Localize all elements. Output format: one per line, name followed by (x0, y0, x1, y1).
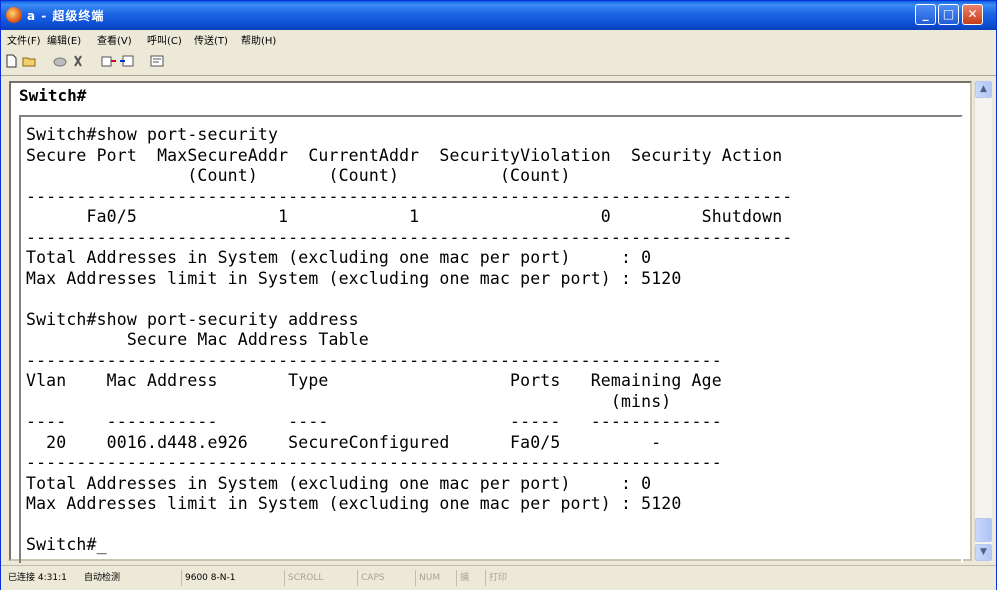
open-icon[interactable] (22, 54, 36, 68)
terminal-line: Total Addresses in System (excluding one… (26, 473, 652, 493)
call-icon[interactable] (53, 54, 67, 68)
status-connection: 已连接 4:31:1 (8, 573, 67, 583)
disconnect-icon[interactable] (71, 54, 85, 68)
terminal-line: Total Addresses in System (excluding one… (26, 248, 652, 267)
terminal-line: ----------------------------------------… (26, 186, 793, 206)
menu-help[interactable]: 帮助(H) (241, 32, 276, 47)
terminal-line: Switch#show port-security (26, 125, 279, 144)
minimize-button[interactable]: _ (915, 4, 936, 25)
scroll-up-icon[interactable]: ▲ (975, 81, 992, 98)
terminal-line: ----------------------------------------… (26, 227, 793, 247)
status-print: 打印 (485, 570, 510, 586)
menu-view[interactable]: 查看(V) (97, 32, 132, 47)
status-bar: 已连接 4:31:1 自动检测 9600 8-N-1 SCROLL CAPS N… (1, 565, 996, 590)
status-settings: 9600 8-N-1 (181, 570, 238, 586)
new-icon[interactable] (4, 54, 18, 68)
hyperterminal-app-icon (6, 7, 22, 23)
window-title: a - 超级终端 (27, 9, 105, 23)
status-detect: 自动检测 (84, 573, 121, 583)
terminal-line: 20 0016.d448.e926 SecureConfigured Fa0/5… (26, 432, 662, 452)
vertical-scrollbar[interactable]: ▲ ▼ (974, 81, 992, 561)
receive-icon[interactable] (119, 54, 134, 68)
scroll-thumb[interactable] (975, 518, 992, 542)
terminal-line: (Count) (Count) (Count) (26, 166, 571, 185)
terminal-line: ---- ----------- ---- ----- ------------… (26, 412, 722, 431)
terminal-line: Switch#show port-security address (26, 309, 359, 329)
hyperterminal-window: a - 超级终端 _ □ ✕ 文件(F) 编辑(E) 查看(V) 呼叫(C) 传… (0, 0, 997, 590)
terminal-line: ----------------------------------------… (26, 453, 722, 472)
send-icon[interactable] (101, 54, 116, 68)
close-button[interactable]: ✕ (962, 4, 983, 25)
properties-icon[interactable] (149, 54, 164, 68)
toolbar (1, 48, 996, 76)
menu-edit[interactable]: 编辑(E) (47, 32, 81, 47)
menu-call[interactable]: 呼叫(C) (147, 32, 182, 47)
status-caps: CAPS (357, 570, 388, 586)
terminal-line: ----------------------------------------… (26, 350, 722, 370)
status-num: NUM (415, 570, 443, 586)
terminal-line: Max Addresses limit in System (excluding… (26, 268, 682, 288)
title-bar[interactable]: a - 超级终端 _ □ ✕ (1, 1, 996, 30)
terminal-line: Secure Mac Address Table (26, 330, 369, 349)
terminal-line: Switch#_ (26, 535, 107, 554)
scroll-down-icon[interactable]: ▼ (975, 544, 992, 561)
terminal-line: Max Addresses limit in System (excluding… (26, 494, 682, 513)
terminal-line: Fa0/5 1 1 0 Shutdown (26, 207, 783, 226)
menu-file[interactable]: 文件(F) (7, 32, 41, 47)
terminal-line: Secure Port MaxSecureAddr CurrentAddr Se… (26, 145, 783, 165)
terminal-line: Vlan Mac Address Type Ports Remaining Ag… (26, 371, 722, 390)
status-scroll: SCROLL (284, 570, 326, 586)
menu-transfer[interactable]: 传送(T) (194, 32, 228, 47)
terminal-line: (mins) (26, 391, 672, 411)
terminal-top-prompt: Switch# (19, 86, 87, 105)
status-capture: 捕 (456, 570, 472, 586)
maximize-button[interactable]: □ (938, 4, 959, 25)
menu-bar: 文件(F) 编辑(E) 查看(V) 呼叫(C) 传送(T) 帮助(H) (1, 30, 996, 48)
terminal-output[interactable]: Switch#show port-security Secure Port Ma… (26, 125, 792, 556)
